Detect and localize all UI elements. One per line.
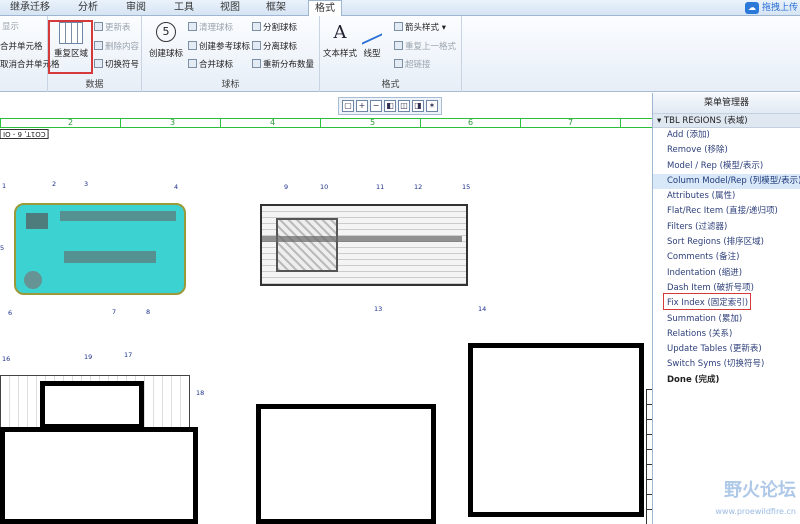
corner-label: CO1T, 6 - OI bbox=[0, 129, 49, 139]
watermark-url: www.proewildfire.cn bbox=[715, 507, 796, 516]
tab-format[interactable]: 格式 bbox=[308, 0, 342, 17]
menu-item-filters[interactable]: Filters (过滤器) bbox=[653, 220, 800, 235]
arrow-icon bbox=[394, 22, 403, 31]
tab-view[interactable]: 视图 bbox=[214, 0, 246, 16]
split-balloon-button[interactable]: 分割球标 bbox=[252, 22, 297, 34]
group-label-data: 数据 bbox=[85, 80, 104, 90]
split-icon bbox=[252, 22, 261, 31]
menu-item-done[interactable]: Done (完成) bbox=[653, 373, 800, 388]
side-view-part bbox=[276, 218, 338, 272]
ribbon: 显示 合并单元格 取消合并单元格 重复区域 更新表 删除内容 切换符号 数据 5… bbox=[0, 16, 800, 92]
menu-manager: 菜单管理器 ▾ TBL REGIONS (表域) Add (添加) Remove… bbox=[652, 93, 800, 524]
menu-item-indentation[interactable]: Indentation (缩进) bbox=[653, 266, 800, 281]
delete-content-button[interactable]: 删除内容 bbox=[94, 41, 139, 53]
menu-item-attributes[interactable]: Attributes (属性) bbox=[653, 189, 800, 204]
refresh-icon bbox=[94, 22, 103, 31]
group-format: A 文本样式 线型 箭头样式 ▾ 重复上一格式 超链接 格式 bbox=[320, 16, 462, 92]
merge-balloon-button[interactable]: 合并球标 bbox=[188, 59, 233, 71]
switch-icon bbox=[94, 59, 103, 68]
zoom-out-icon[interactable]: − bbox=[370, 100, 382, 112]
line-style-button[interactable]: 线型 bbox=[358, 21, 386, 59]
fix-index-highlight bbox=[663, 293, 751, 310]
upload-button[interactable]: ☁ 拖拽上传 bbox=[744, 0, 798, 16]
repeat-format-icon bbox=[394, 41, 403, 50]
ref-balloon-icon bbox=[188, 41, 197, 50]
link-icon bbox=[394, 59, 403, 68]
create-balloon-button[interactable]: 5 创建球标 bbox=[146, 22, 186, 59]
menu-item-model-rep[interactable]: Model / Rep (模型/表示) bbox=[653, 159, 800, 174]
menu-item-comments[interactable]: Comments (备注) bbox=[653, 250, 800, 265]
switch-symbol-button[interactable]: 切换符号 bbox=[94, 59, 139, 71]
tab-review[interactable]: 审阅 bbox=[120, 0, 152, 16]
update-table-button[interactable]: 更新表 bbox=[94, 22, 131, 34]
menu-item-update-tables[interactable]: Update Tables (更新表) bbox=[653, 342, 800, 357]
menu-item-column-model-rep[interactable]: Column Model/Rep (列模型/表示) bbox=[653, 173, 800, 190]
redistribute-icon bbox=[252, 59, 261, 68]
merge-icon bbox=[188, 59, 197, 68]
group-label-balloons: 球标 bbox=[221, 80, 240, 90]
menu-item-switch-syms[interactable]: Switch Syms (切换符号) bbox=[653, 357, 800, 372]
detach-balloon-button[interactable]: 分离球标 bbox=[252, 41, 297, 53]
clean-balloon-button[interactable]: 清理球标 bbox=[188, 22, 233, 34]
group-table-partial: 显示 合并单元格 取消合并单元格 bbox=[0, 16, 60, 92]
board-component bbox=[24, 271, 42, 289]
menu-item-sort-regions[interactable]: Sort Regions (排序区域) bbox=[653, 235, 800, 250]
board-component bbox=[64, 251, 156, 263]
detach-icon bbox=[252, 41, 261, 50]
clean-icon bbox=[188, 22, 197, 31]
board-component bbox=[60, 211, 176, 221]
menu-header[interactable]: ▾ TBL REGIONS (表域) bbox=[653, 114, 800, 128]
menu-item-add[interactable]: Add (添加) bbox=[653, 128, 800, 143]
repaint-icon[interactable]: ◧ bbox=[384, 100, 396, 112]
zoom-fit-icon[interactable]: ▢ bbox=[342, 100, 354, 112]
delete-icon bbox=[94, 41, 103, 50]
menu-item-relations[interactable]: Relations (关系) bbox=[653, 327, 800, 342]
drawing-canvas[interactable]: ▢ + − ◧ ◫ ◨ ✶ 2 3 4 5 6 7 CO1T, 6 - OI 1… bbox=[0, 93, 652, 524]
tab-inherit-migrate[interactable]: 继承迁移 bbox=[4, 0, 56, 16]
create-ref-balloon-button[interactable]: 创建参考球标 bbox=[188, 41, 250, 53]
board-component bbox=[26, 213, 48, 229]
menu-item-remove[interactable]: Remove (移除) bbox=[653, 143, 800, 158]
tab-analysis[interactable]: 分析 bbox=[72, 0, 104, 16]
highlight-box bbox=[48, 20, 93, 74]
redacted-box bbox=[40, 381, 144, 429]
ribbon-tabs: 继承迁移 分析 审阅 工具 视图 框架 格式 ☁ 拖拽上传 bbox=[0, 0, 800, 17]
text-style-icon: A bbox=[333, 22, 347, 43]
redacted-box bbox=[0, 427, 198, 524]
menu-item-summation[interactable]: Summation (累加) bbox=[653, 312, 800, 327]
display-style-icon[interactable]: ◫ bbox=[398, 100, 410, 112]
redacted-box bbox=[256, 404, 436, 524]
group-label-format: 格式 bbox=[381, 80, 400, 90]
merge-cells-button[interactable]: 合并单元格 bbox=[0, 42, 43, 53]
view-toolbar: ▢ + − ◧ ◫ ◨ ✶ bbox=[338, 97, 442, 115]
tab-frame[interactable]: 框架 bbox=[260, 0, 292, 16]
saved-view-icon[interactable]: ◨ bbox=[412, 100, 424, 112]
tab-tools[interactable]: 工具 bbox=[168, 0, 200, 16]
arrow-style-button[interactable]: 箭头样式 ▾ bbox=[394, 22, 446, 34]
datum-display-icon[interactable]: ✶ bbox=[426, 100, 438, 112]
zoom-in-icon[interactable]: + bbox=[356, 100, 368, 112]
show-button[interactable]: 显示 bbox=[2, 22, 19, 33]
menu-item-flat-rec-item[interactable]: Flat/Rec Item (直接/递归项) bbox=[653, 204, 800, 219]
text-style-button[interactable]: A 文本样式 bbox=[322, 22, 358, 59]
line-style-icon bbox=[362, 21, 382, 45]
group-data: 重复区域 更新表 删除内容 切换符号 数据 bbox=[48, 16, 142, 92]
watermark-logo: 野火论坛 bbox=[724, 480, 796, 501]
side-view-shaft bbox=[262, 236, 462, 242]
group-balloons: 5 创建球标 清理球标 创建参考球标 合并球标 分割球标 分离球标 重新分布数量… bbox=[142, 16, 320, 92]
redacted-box bbox=[468, 343, 644, 517]
menu-title: 菜单管理器 bbox=[653, 93, 800, 114]
repeat-last-format-button[interactable]: 重复上一格式 bbox=[394, 41, 456, 53]
redistribute-qty-button[interactable]: 重新分布数量 bbox=[252, 59, 314, 71]
drawing-ruler: 2 3 4 5 6 7 bbox=[0, 118, 652, 128]
balloon-icon: 5 bbox=[156, 22, 176, 42]
cloud-icon: ☁ bbox=[744, 1, 759, 14]
hyperlink-button[interactable]: 超链接 bbox=[394, 59, 431, 71]
